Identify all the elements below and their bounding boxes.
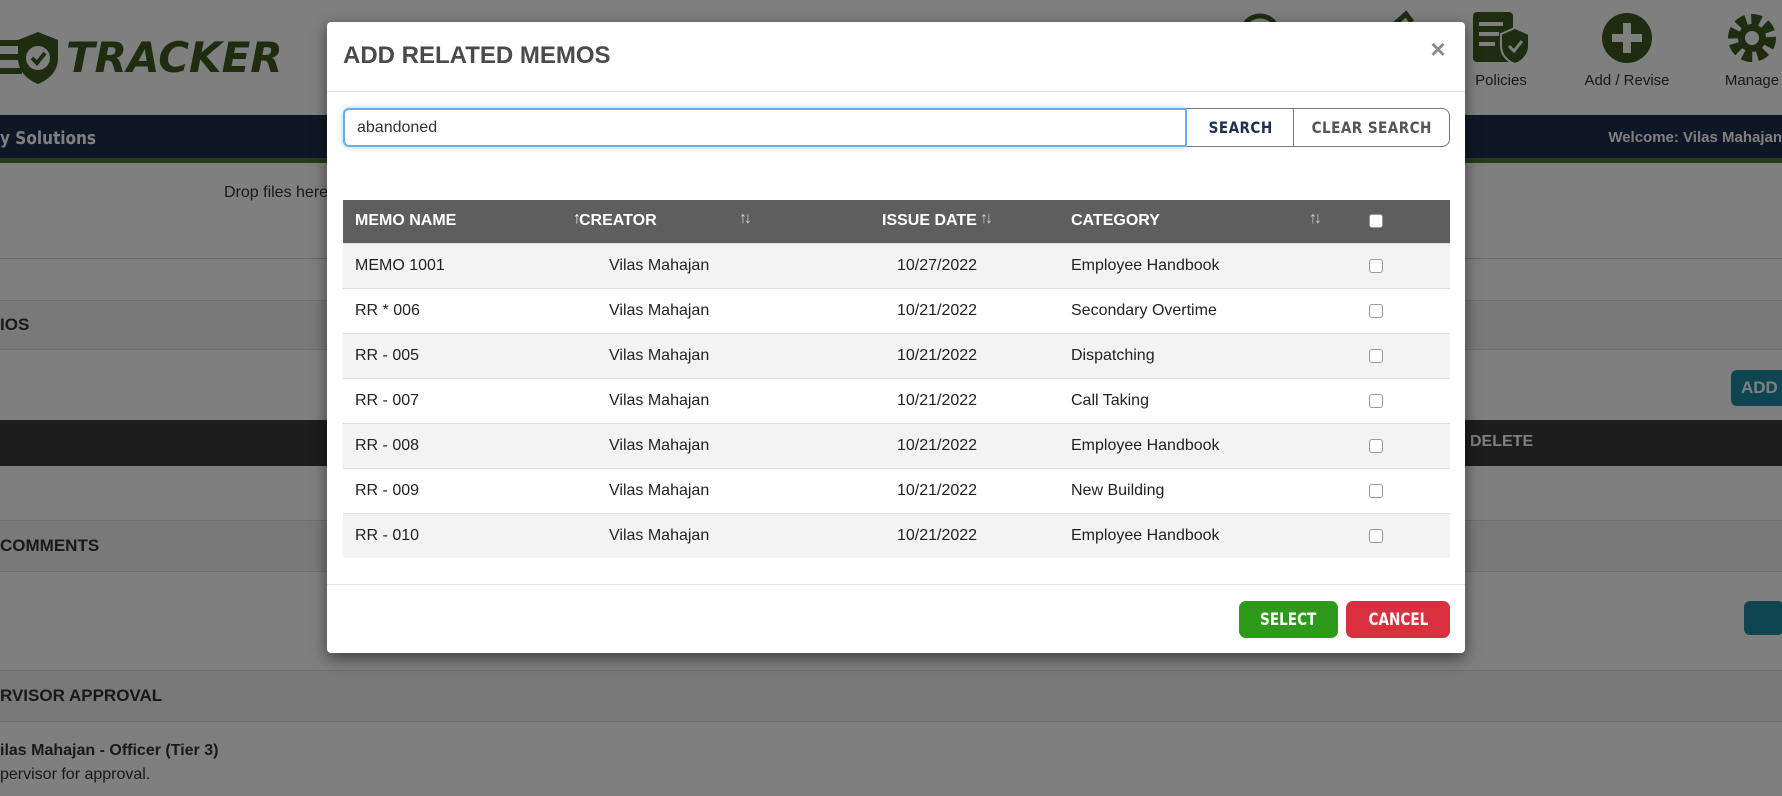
- issue-date-cell: 10/21/2022: [897, 527, 978, 544]
- category-cell: Call Taking: [1071, 392, 1149, 409]
- memos-grid: MEMO NAME ↑↓ CREATOR ↑↓ ISSUE DATE ↑↓ CA…: [343, 200, 1450, 558]
- clear-search-button-label: CLEAR SEARCH: [1311, 118, 1432, 137]
- row-checkbox[interactable]: [1369, 529, 1383, 543]
- row-checkbox[interactable]: [1369, 439, 1383, 453]
- memo-name-cell: RR - 010: [355, 527, 420, 544]
- creator-cell: Vilas Mahajan: [609, 482, 710, 499]
- column-header-creator[interactable]: CREATOR: [579, 212, 657, 230]
- row-checkbox[interactable]: [1369, 259, 1383, 273]
- select-button-label: SELECT: [1260, 609, 1317, 630]
- modal-header: ADD RELATED MEMOS ×: [327, 22, 1465, 92]
- creator-cell: Vilas Mahajan: [609, 527, 710, 544]
- memo-name-cell: RR - 007: [355, 392, 420, 409]
- creator-cell: Vilas Mahajan: [609, 347, 710, 364]
- table-row[interactable]: RR - 008 Vilas Mahajan 10/21/2022 Employ…: [343, 423, 1450, 468]
- creator-cell: Vilas Mahajan: [609, 302, 710, 319]
- table-row[interactable]: RR - 007 Vilas Mahajan 10/21/2022 Call T…: [343, 378, 1450, 423]
- issue-date-cell: 10/27/2022: [897, 257, 978, 274]
- creator-cell: Vilas Mahajan: [609, 392, 710, 409]
- search-button-label: SEARCH: [1208, 118, 1273, 137]
- select-button[interactable]: SELECT: [1239, 601, 1338, 638]
- issue-date-cell: 10/21/2022: [897, 347, 978, 364]
- column-header-memo-name[interactable]: MEMO NAME: [355, 212, 456, 230]
- modal-footer: SELECT CANCEL: [327, 584, 1465, 653]
- memo-name-cell: RR - 005: [355, 347, 420, 364]
- modal-title: ADD RELATED MEMOS: [343, 42, 611, 69]
- memo-name-cell: MEMO 1001: [355, 257, 445, 274]
- row-checkbox[interactable]: [1369, 394, 1383, 408]
- table-row[interactable]: RR - 009 Vilas Mahajan 10/21/2022 New Bu…: [343, 468, 1450, 513]
- category-cell: Secondary Overtime: [1071, 302, 1217, 319]
- creator-cell: Vilas Mahajan: [609, 437, 710, 454]
- sort-icon[interactable]: ↑↓: [739, 210, 752, 228]
- sort-icon[interactable]: ↑↓: [980, 210, 993, 228]
- row-checkbox[interactable]: [1369, 484, 1383, 498]
- row-checkbox[interactable]: [1369, 349, 1383, 363]
- search-bar: SEARCH CLEAR SEARCH: [343, 108, 1450, 147]
- issue-date-cell: 10/21/2022: [897, 437, 978, 454]
- issue-date-cell: 10/21/2022: [897, 482, 978, 499]
- select-all-checkbox[interactable]: [1369, 214, 1383, 228]
- row-checkbox[interactable]: [1369, 304, 1383, 318]
- table-row[interactable]: MEMO 1001 Vilas Mahajan 10/27/2022 Emplo…: [343, 243, 1450, 288]
- memo-name-cell: RR - 008: [355, 437, 420, 454]
- issue-date-cell: 10/21/2022: [897, 302, 978, 319]
- column-header-issue-date[interactable]: ISSUE DATE: [882, 212, 977, 230]
- creator-cell: Vilas Mahajan: [609, 257, 710, 274]
- search-button[interactable]: SEARCH: [1187, 108, 1295, 147]
- memo-name-cell: RR - 009: [355, 482, 420, 499]
- table-row[interactable]: RR - 005 Vilas Mahajan 10/21/2022 Dispat…: [343, 333, 1450, 378]
- category-cell: New Building: [1071, 482, 1165, 499]
- column-header-category[interactable]: CATEGORY: [1071, 212, 1160, 230]
- table-row[interactable]: RR * 006 Vilas Mahajan 10/21/2022 Second…: [343, 288, 1450, 333]
- issue-date-cell: 10/21/2022: [897, 392, 978, 409]
- close-icon[interactable]: ×: [1425, 36, 1451, 62]
- clear-search-button[interactable]: CLEAR SEARCH: [1294, 108, 1450, 147]
- sort-icon[interactable]: ↑↓: [1309, 210, 1322, 228]
- memo-name-cell: RR * 006: [355, 302, 420, 319]
- category-cell: Employee Handbook: [1071, 257, 1220, 274]
- grid-header-row: MEMO NAME ↑↓ CREATOR ↑↓ ISSUE DATE ↑↓ CA…: [343, 200, 1450, 243]
- category-cell: Dispatching: [1071, 347, 1155, 364]
- cancel-button-label: CANCEL: [1368, 609, 1428, 630]
- cancel-button[interactable]: CANCEL: [1346, 601, 1450, 638]
- category-cell: Employee Handbook: [1071, 527, 1220, 544]
- add-related-memos-modal: ADD RELATED MEMOS × SEARCH CLEAR SEARCH …: [327, 22, 1465, 653]
- table-row[interactable]: RR - 010 Vilas Mahajan 10/21/2022 Employ…: [343, 513, 1450, 558]
- category-cell: Employee Handbook: [1071, 437, 1220, 454]
- search-input[interactable]: [343, 108, 1188, 147]
